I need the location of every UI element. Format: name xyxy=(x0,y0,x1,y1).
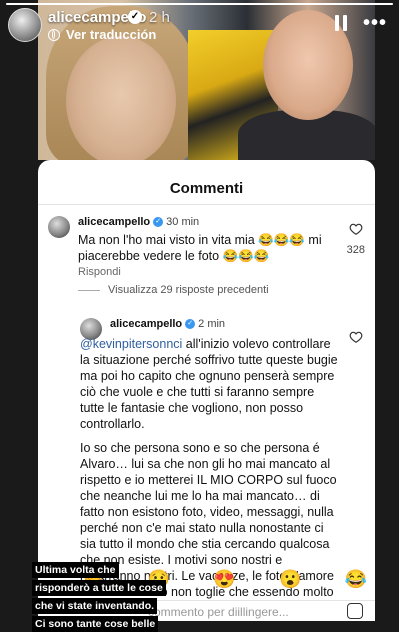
like-count: 328 xyxy=(346,244,365,256)
sticker-icon[interactable] xyxy=(347,603,363,619)
more-options-icon[interactable]: ••• xyxy=(363,13,387,33)
heart-icon[interactable] xyxy=(349,222,363,236)
verified-badge-icon: ✓ xyxy=(128,10,142,24)
caption-line: Ultima volta che xyxy=(32,562,119,578)
story-caption: Ultima volta che risponderò a tutte le c… xyxy=(32,560,166,632)
avatar[interactable] xyxy=(8,8,42,42)
reply-header: alicecampello ✓ 2 min xyxy=(110,318,225,330)
comments-sheet: Commenti alicecampello ✓ 30 min Ma non l'h… xyxy=(38,160,375,620)
caption-line: risponderò a tutte le cose xyxy=(32,580,166,596)
verified-badge-icon: ✓ xyxy=(153,217,164,228)
reaction-surprised-icon[interactable]: 😮 xyxy=(279,569,301,590)
reply-time: 2 min xyxy=(198,318,226,330)
pause-icon[interactable] xyxy=(335,15,347,31)
view-replies-label: Visualizza 29 risposte precedenti xyxy=(108,284,269,296)
comment-header: alicecampello ✓ 30 min xyxy=(78,216,199,228)
story-time: 2 h xyxy=(149,9,170,26)
caption-line: che vi state inventando. xyxy=(32,598,158,614)
comment-text: Ma non l'ho mai visto in vita mia 😂😂😂 mi… xyxy=(78,233,322,263)
comment-time: 30 min xyxy=(166,216,200,228)
mention-link[interactable]: @kevinpitersonnci xyxy=(80,337,182,351)
globe-icon xyxy=(48,28,60,41)
comment-item: alicecampello ✓ 30 min Ma non l'ho mai vis… xyxy=(48,216,365,286)
translate-button[interactable]: Ver traducción xyxy=(48,27,156,42)
reply-username[interactable]: alicecampello xyxy=(110,318,182,330)
reply-button[interactable]: Rispondi xyxy=(78,266,121,278)
reaction-laughing-icon[interactable]: 😂 xyxy=(345,569,367,590)
woman-face-shape xyxy=(66,36,176,160)
reply-paragraph-1: all'inizio volevo controllare la situazi… xyxy=(80,337,338,431)
divider xyxy=(78,289,100,291)
sheet-title: Commenti xyxy=(169,180,244,197)
caption-line: Ci sono tante cose belle xyxy=(32,616,159,632)
divider xyxy=(38,204,375,205)
comment-avatar[interactable] xyxy=(48,216,70,238)
story-header: alicecampello ✓ 2 h Ver traducción ••• xyxy=(8,4,391,42)
verified-badge-icon: ✓ xyxy=(185,319,196,330)
view-replies-button[interactable]: Visualizza 29 risposte precedenti xyxy=(78,284,269,296)
heart-icon[interactable] xyxy=(349,330,363,344)
comment-input[interactable]: commento per diillingere... xyxy=(148,605,289,619)
reaction-heart-eyes-icon[interactable]: 😍 xyxy=(213,569,235,590)
translate-label: Ver traducción xyxy=(66,27,157,42)
comment-username[interactable]: alicecampello xyxy=(78,216,150,228)
